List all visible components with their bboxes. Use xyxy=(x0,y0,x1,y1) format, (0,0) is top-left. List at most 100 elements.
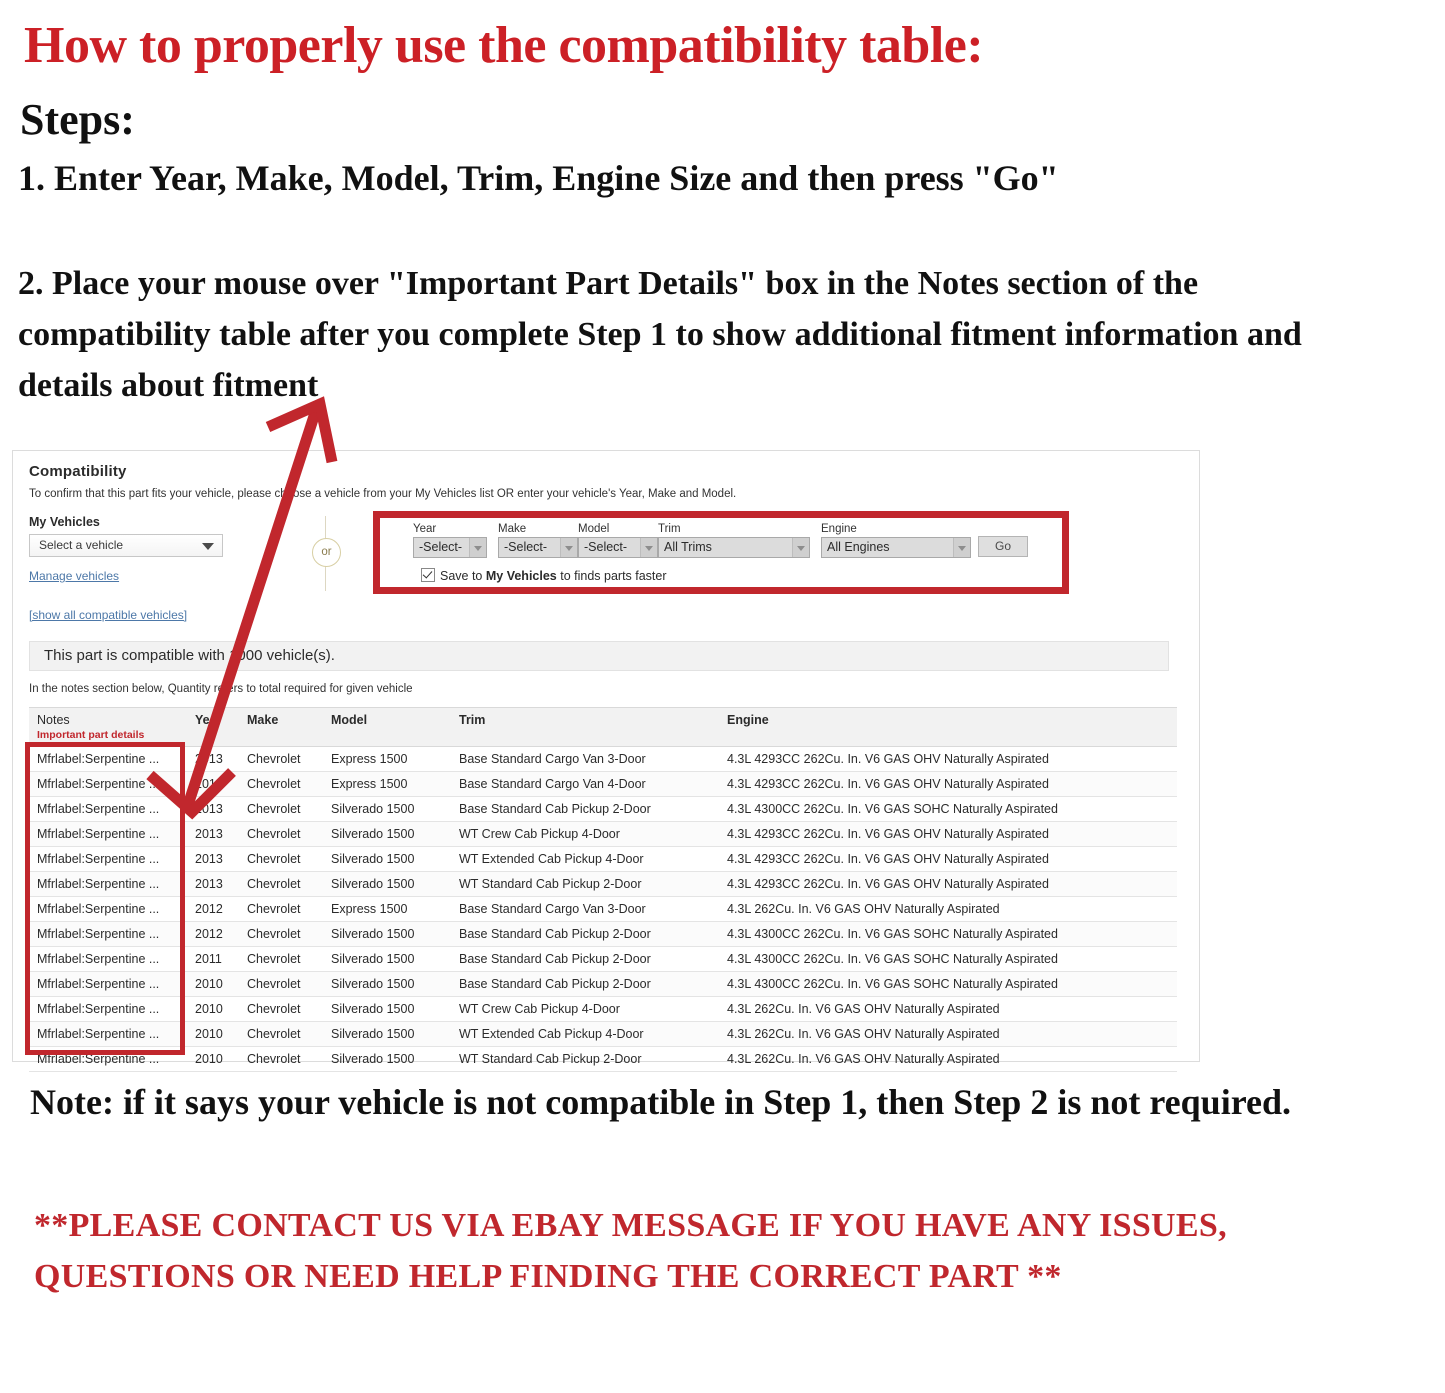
table-row[interactable]: Mfrlabel:Serpentine ... 2013 Chevrolet Expr… xyxy=(29,746,1177,772)
cell-engine: 4.3L 262Cu. In. V6 GAS OHV Naturally Asp… xyxy=(719,996,1177,1022)
cell-year: 2013 xyxy=(187,746,239,772)
panel-subtitle: To confirm that this part fits your vehi… xyxy=(29,488,737,500)
cell-make: Chevrolet xyxy=(239,871,323,897)
cell-make: Chevrolet xyxy=(239,796,323,822)
cell-model: Silverado 1500 xyxy=(323,1021,451,1047)
column-header-trim[interactable]: Trim xyxy=(451,707,719,747)
cell-engine: 4.3L 4293CC 262Cu. In. V6 GAS OHV Natura… xyxy=(719,771,1177,797)
table-row[interactable]: Mfrlabel:Serpentine ... 2012 Chevrolet Silv… xyxy=(29,921,1177,947)
engine-label: Engine xyxy=(821,523,857,535)
trim-label: Trim xyxy=(658,523,681,535)
cell-make: Chevrolet xyxy=(239,996,323,1022)
go-button[interactable]: Go xyxy=(978,536,1028,557)
save-to-my-vehicles-row[interactable]: Save to My Vehicles to finds parts faste… xyxy=(421,568,667,583)
cell-notes[interactable]: Mfrlabel:Serpentine ... xyxy=(29,796,187,822)
chevron-down-icon xyxy=(640,538,657,557)
cell-notes[interactable]: Mfrlabel:Serpentine ... xyxy=(29,921,187,947)
table-row[interactable]: Mfrlabel:Serpentine ... 2010 Chevrolet Silv… xyxy=(29,971,1177,997)
cell-year: 2013 xyxy=(187,821,239,847)
table-row[interactable]: Mfrlabel:Serpentine ... 2013 Chevrolet Silv… xyxy=(29,821,1177,847)
table-row[interactable]: Mfrlabel:Serpentine ... 2012 Chevrolet Expr… xyxy=(29,896,1177,922)
make-field-group: Make -Select- xyxy=(498,523,578,558)
steps-label: Steps: xyxy=(20,95,135,144)
column-header-model[interactable]: Model xyxy=(323,707,451,747)
cell-notes[interactable]: Mfrlabel:Serpentine ... xyxy=(29,821,187,847)
column-header-year[interactable]: Year xyxy=(187,707,239,747)
cell-trim: WT Extended Cab Pickup 4-Door xyxy=(451,1021,719,1047)
column-header-engine[interactable]: Engine xyxy=(719,707,1177,747)
chevron-down-icon xyxy=(560,538,577,557)
save-suffix: to finds parts faster xyxy=(556,569,667,583)
cell-engine: 4.3L 4293CC 262Cu. In. V6 GAS OHV Natura… xyxy=(719,821,1177,847)
cell-make: Chevrolet xyxy=(239,896,323,922)
table-row[interactable]: Mfrlabel:Serpentine ... 2010 Chevrolet Silv… xyxy=(29,1021,1177,1047)
cell-notes[interactable]: Mfrlabel:Serpentine ... xyxy=(29,1046,187,1072)
cell-year: 2013 xyxy=(187,796,239,822)
cell-trim: WT Crew Cab Pickup 4-Door xyxy=(451,821,719,847)
or-badge: or xyxy=(312,538,341,567)
cell-year: 2012 xyxy=(187,921,239,947)
vehicle-select-value: Select a vehicle xyxy=(39,538,124,552)
quantity-note: In the notes section below, Quantity ref… xyxy=(29,683,413,695)
model-value: -Select- xyxy=(584,540,628,554)
cell-notes[interactable]: Mfrlabel:Serpentine ... xyxy=(29,871,187,897)
cell-trim: WT Crew Cab Pickup 4-Door xyxy=(451,996,719,1022)
trim-select[interactable]: All Trims xyxy=(658,537,810,558)
cell-notes[interactable]: Mfrlabel:Serpentine ... xyxy=(29,746,187,772)
engine-select[interactable]: All Engines xyxy=(821,537,971,558)
cell-make: Chevrolet xyxy=(239,946,323,972)
column-header-notes[interactable]: Notes Important part details xyxy=(29,707,187,747)
table-row[interactable]: Mfrlabel:Serpentine ... 2010 Chevrolet Silv… xyxy=(29,1046,1177,1072)
vehicle-select-dropdown[interactable]: Select a vehicle xyxy=(29,534,223,557)
table-row[interactable]: Mfrlabel:Serpentine ... 2013 Chevrolet Silv… xyxy=(29,871,1177,897)
column-header-make[interactable]: Make xyxy=(239,707,323,747)
cell-engine: 4.3L 4300CC 262Cu. In. V6 GAS SOHC Natur… xyxy=(719,796,1177,822)
cell-make: Chevrolet xyxy=(239,1046,323,1072)
year-select[interactable]: -Select- xyxy=(413,537,487,558)
table-row[interactable]: Mfrlabel:Serpentine ... 2010 Chevrolet Silv… xyxy=(29,996,1177,1022)
cell-model: Silverado 1500 xyxy=(323,946,451,972)
cell-engine: 4.3L 4300CC 262Cu. In. V6 GAS SOHC Natur… xyxy=(719,971,1177,997)
contact-text: **PLEASE CONTACT US VIA EBAY MESSAGE IF … xyxy=(34,1207,1227,1295)
cell-year: 2010 xyxy=(187,996,239,1022)
cell-model: Silverado 1500 xyxy=(323,921,451,947)
chevron-down-icon xyxy=(792,538,809,557)
manage-vehicles-link[interactable]: Manage vehicles xyxy=(29,569,119,583)
cell-make: Chevrolet xyxy=(239,746,323,772)
make-select[interactable]: -Select- xyxy=(498,537,578,558)
cell-notes[interactable]: Mfrlabel:Serpentine ... xyxy=(29,771,187,797)
cell-trim: Base Standard Cargo Van 3-Door xyxy=(451,896,719,922)
cell-engine: 4.3L 262Cu. In. V6 GAS OHV Naturally Asp… xyxy=(719,1046,1177,1072)
save-checkbox[interactable] xyxy=(421,568,435,582)
trim-value: All Trims xyxy=(664,540,712,554)
cell-model: Silverado 1500 xyxy=(323,996,451,1022)
cell-make: Chevrolet xyxy=(239,771,323,797)
cell-model: Silverado 1500 xyxy=(323,821,451,847)
cell-year: 2010 xyxy=(187,971,239,997)
year-value: -Select- xyxy=(419,540,463,554)
cell-notes[interactable]: Mfrlabel:Serpentine ... xyxy=(29,996,187,1022)
cell-year: 2012 xyxy=(187,896,239,922)
cell-model: Silverado 1500 xyxy=(323,871,451,897)
table-row[interactable]: Mfrlabel:Serpentine ... 2011 Chevrolet Silv… xyxy=(29,946,1177,972)
year-label: Year xyxy=(413,523,437,535)
cell-engine: 4.3L 262Cu. In. V6 GAS OHV Naturally Asp… xyxy=(719,1021,1177,1047)
cell-notes[interactable]: Mfrlabel:Serpentine ... xyxy=(29,1021,187,1047)
cell-trim: WT Extended Cab Pickup 4-Door xyxy=(451,846,719,872)
model-select[interactable]: -Select- xyxy=(578,537,658,558)
table-row[interactable]: Mfrlabel:Serpentine ... 2013 Chevrolet Expr… xyxy=(29,771,1177,797)
table-row[interactable]: Mfrlabel:Serpentine ... 2013 Chevrolet Silv… xyxy=(29,846,1177,872)
cell-notes[interactable]: Mfrlabel:Serpentine ... xyxy=(29,946,187,972)
cell-notes[interactable]: Mfrlabel:Serpentine ... xyxy=(29,896,187,922)
cell-make: Chevrolet xyxy=(239,921,323,947)
fitment-table-body: Mfrlabel:Serpentine ... 2013 Chevrolet Expr… xyxy=(29,746,1177,1072)
table-row[interactable]: Mfrlabel:Serpentine ... 2013 Chevrolet Silv… xyxy=(29,796,1177,822)
cell-trim: Base Standard Cargo Van 3-Door xyxy=(451,746,719,772)
cell-year: 2011 xyxy=(187,946,239,972)
important-part-details-label: Important part details xyxy=(37,729,145,741)
cell-year: 2013 xyxy=(187,771,239,797)
cell-notes[interactable]: Mfrlabel:Serpentine ... xyxy=(29,971,187,997)
cell-notes[interactable]: Mfrlabel:Serpentine ... xyxy=(29,846,187,872)
or-divider: or xyxy=(304,516,348,591)
show-all-compatible-vehicles-link[interactable]: [show all compatible vehicles] xyxy=(29,608,187,622)
